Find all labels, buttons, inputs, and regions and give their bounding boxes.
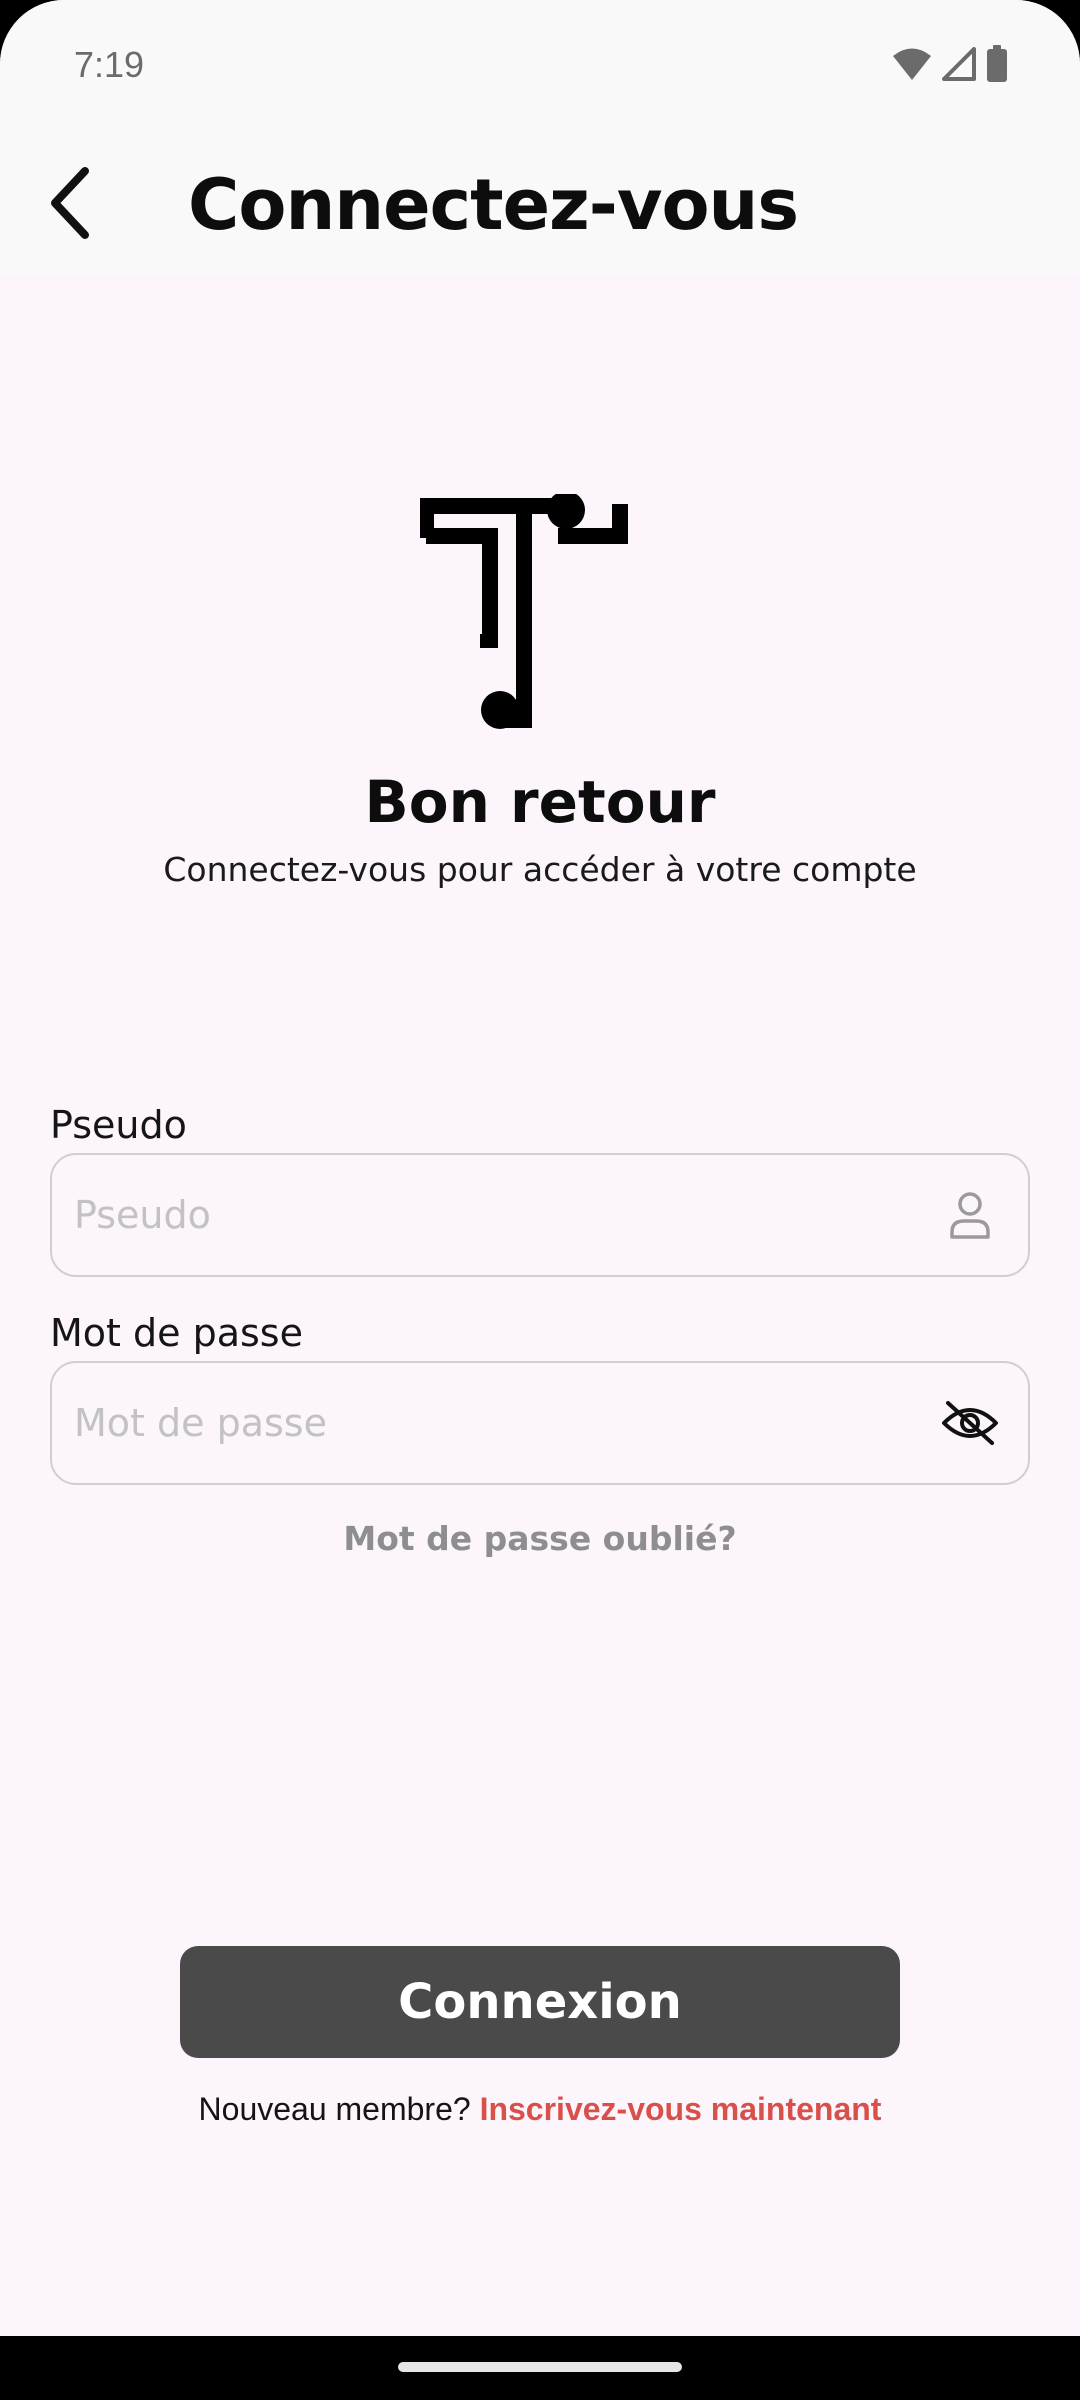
username-field[interactable]	[50, 1153, 1030, 1277]
chevron-left-icon	[45, 165, 95, 245]
forgot-password-link[interactable]: Mot de passe oublié?	[0, 1514, 1080, 1564]
login-button[interactable]: Connexion	[180, 1946, 900, 2058]
page-title: Connectez-vous	[188, 164, 799, 246]
welcome-subtitle: Connectez-vous pour accéder à votre comp…	[163, 850, 917, 889]
back-button[interactable]	[30, 150, 110, 260]
login-screen: 7:19 Connectez-vous Bon retour Connectez…	[0, 0, 1080, 2336]
eye-off-icon[interactable]	[940, 1393, 1000, 1453]
signal-icon	[942, 47, 976, 85]
user-icon	[940, 1185, 1000, 1245]
app-logo-icon	[418, 491, 650, 734]
signup-row: Nouveau membre? Inscrivez-vous maintenan…	[0, 2084, 1080, 2134]
home-gesture-bar[interactable]	[398, 2362, 682, 2372]
status-time: 7:19	[74, 44, 145, 85]
password-field[interactable]	[50, 1361, 1030, 1485]
password-input[interactable]	[74, 1363, 934, 1483]
password-label: Mot de passe	[50, 1311, 303, 1355]
signup-prompt: Nouveau membre?	[198, 2091, 471, 2127]
status-icons	[892, 45, 1008, 87]
username-label: Pseudo	[50, 1103, 187, 1147]
signup-link[interactable]: Inscrivez-vous maintenant	[480, 2091, 882, 2127]
app-bar: 7:19 Connectez-vous	[0, 0, 1080, 276]
welcome-title: Bon retour	[364, 768, 716, 836]
username-input[interactable]	[74, 1155, 934, 1275]
wifi-icon	[892, 47, 932, 85]
battery-icon	[986, 45, 1008, 87]
